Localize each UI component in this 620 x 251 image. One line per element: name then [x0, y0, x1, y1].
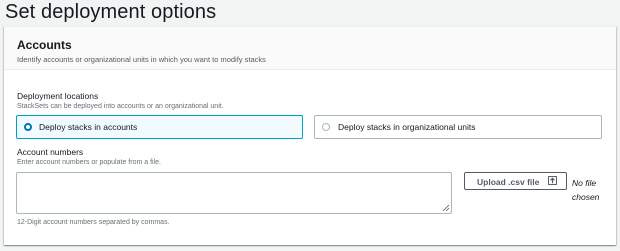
radio-selected-icon[interactable]	[24, 123, 32, 131]
radio-unselected-icon[interactable]	[322, 123, 330, 131]
account-numbers-textarea[interactable]	[16, 172, 452, 214]
option-deploy-in-org-units[interactable]: Deploy stacks in organizational units	[314, 115, 602, 139]
resize-grip-icon[interactable]	[442, 204, 450, 212]
option-label: Deploy stacks in accounts	[39, 122, 138, 132]
deployment-locations-label: Deployment locations	[17, 91, 99, 101]
accounts-panel: Accounts Identify accounts or organizati…	[4, 26, 616, 245]
panel-heading: Accounts	[17, 38, 72, 52]
panel-description: Identify accounts or organizational unit…	[17, 55, 266, 64]
upload-csv-button[interactable]: Upload .csv file	[464, 172, 567, 190]
panel-header: Accounts Identify accounts or organizati…	[4, 27, 616, 70]
upload-csv-label: Upload .csv file	[477, 177, 540, 187]
page-title: Set deployment options	[5, 1, 217, 23]
upload-icon	[548, 176, 557, 185]
account-numbers-constraint: 12-Digit account numbers separated by co…	[17, 219, 170, 226]
account-numbers-label: Account numbers	[17, 147, 84, 157]
file-status: No file chosen	[572, 178, 600, 202]
deployment-locations-description: StackSets can be deployed into accounts …	[17, 103, 224, 110]
option-deploy-in-accounts[interactable]: Deploy stacks in accounts	[16, 115, 303, 139]
account-numbers-description: Enter account numbers or populate from a…	[17, 159, 161, 166]
option-label: Deploy stacks in organizational units	[338, 122, 476, 132]
